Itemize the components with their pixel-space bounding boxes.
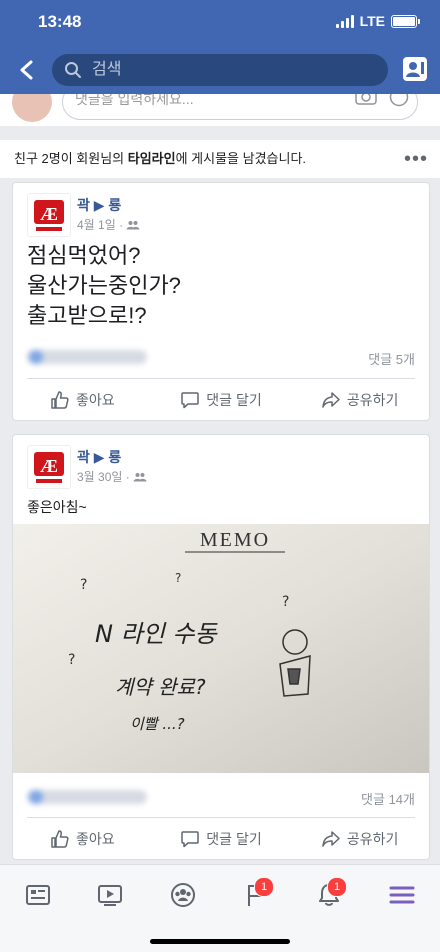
back-arrow-icon[interactable] (16, 58, 38, 82)
notice-prefix: 친구 2명이 회원님의 (14, 151, 128, 166)
emoji-icon[interactable] (389, 94, 409, 107)
reaction-summary: 댓글 14개 (27, 787, 415, 807)
post-meta: 4월 1일 · (77, 216, 140, 233)
friends-audience-icon (126, 220, 140, 229)
like-button[interactable]: 좋아요 (13, 382, 152, 418)
notice-bar: 친구 2명이 회원님의 타임라인에 게시물을 남겼습니다. ••• (0, 140, 440, 178)
post-card: Æ 곽 ▶ 룡 3월 30일 · 좋은아침~ MEMO ? ? ? ? N 라인… (12, 434, 430, 860)
search-box[interactable] (52, 54, 388, 86)
tab-watch[interactable] (90, 875, 130, 915)
post-text-line: 울산가는중인가? (27, 273, 181, 298)
comment-label: 댓글 달기 (206, 831, 262, 847)
bottom-tab-bar: 1 1 (0, 864, 440, 952)
notifications-badge: 1 (327, 877, 347, 897)
camera-icon[interactable] (355, 94, 377, 105)
top-nav-bar (0, 46, 440, 94)
reaction-summary: 댓글 5개 (27, 347, 415, 367)
memo-line-3: 이빨 ...? (130, 715, 185, 733)
status-time: 13:48 (38, 12, 82, 31)
post-actions: 좋아요 댓글 달기 공유하기 (13, 821, 429, 857)
more-options-icon[interactable]: ••• (404, 140, 428, 178)
share-label: 공유하기 (346, 831, 399, 847)
post-meta: 3월 30일 · (77, 468, 147, 485)
comment-placeholder: 댓글을 입력하세요... (75, 94, 194, 107)
comment-composer-strip: 댓글을 입력하세요... (0, 94, 440, 126)
home-indicator (150, 939, 290, 944)
notice-timeline[interactable]: 타임라인 (128, 151, 176, 166)
reactions-blurred[interactable] (27, 790, 147, 804)
comment-input[interactable]: 댓글을 입력하세요... (62, 94, 418, 120)
post-text: 좋은아침~ (27, 499, 87, 515)
post-text-line: 점심먹었어? (27, 243, 141, 268)
tab-menu[interactable] (382, 875, 422, 915)
svg-text:?: ? (282, 594, 289, 610)
svg-text:?: ? (80, 577, 87, 593)
news-feed-icon (26, 885, 50, 905)
status-bar: 13:48 LTE (0, 0, 440, 46)
comment-button[interactable]: 댓글 달기 (152, 821, 291, 857)
search-icon (65, 62, 81, 78)
memo-heading: MEMO (200, 529, 270, 551)
svg-text:Æ: Æ (40, 204, 58, 224)
post-author[interactable]: 곽 ▶ 룡 (77, 195, 121, 215)
signal-icon (335, 14, 354, 28)
comment-count[interactable]: 댓글 14개 (361, 789, 415, 808)
like-icon (51, 830, 69, 848)
comment-button[interactable]: 댓글 달기 (152, 382, 291, 418)
battery-icon (391, 14, 417, 28)
tab-news-feed[interactable] (18, 875, 58, 915)
tab-groups[interactable] (163, 875, 203, 915)
reactions-blurred[interactable] (27, 350, 147, 364)
memo-line-1: N 라인 수동 (95, 620, 218, 648)
post-date[interactable]: 4월 1일 · (77, 216, 123, 233)
comment-count[interactable]: 댓글 5개 (368, 349, 415, 368)
like-icon (51, 391, 69, 409)
avatar[interactable]: Æ (27, 193, 71, 237)
comment-icon (181, 392, 200, 409)
like-label: 좋아요 (76, 392, 115, 408)
notice-suffix: 에 게시물을 남겼습니다. (175, 151, 307, 166)
post-photo[interactable]: MEMO ? ? ? ? N 라인 수동 계약 완료? 이빨 ...? (12, 524, 430, 773)
battery-cap (418, 18, 420, 24)
post-text: 점심먹었어? 울산가는중인가? 출고받으로!? (27, 241, 181, 331)
comment-label: 댓글 달기 (206, 392, 262, 408)
share-button[interactable]: 공유하기 (290, 382, 429, 418)
post-date[interactable]: 3월 30일 · (77, 468, 130, 485)
hamburger-menu-icon (389, 886, 415, 904)
network-label: LTE (359, 13, 385, 29)
svg-text:Æ: Æ (40, 456, 58, 476)
share-button[interactable]: 공유하기 (290, 821, 429, 857)
divider (27, 817, 415, 818)
post-text-line: 출고받으로!? (27, 303, 147, 328)
tab-pages[interactable]: 1 (236, 875, 276, 915)
groups-icon (171, 883, 195, 907)
svg-text:?: ? (68, 652, 75, 668)
friends-audience-icon (133, 472, 147, 481)
share-label: 공유하기 (346, 392, 399, 408)
post-author[interactable]: 곽 ▶ 룡 (77, 447, 121, 467)
svg-text:?: ? (175, 571, 181, 585)
profile-icon[interactable] (402, 56, 428, 82)
pages-badge: 1 (254, 877, 274, 897)
post-actions: 좋아요 댓글 달기 공유하기 (13, 382, 429, 418)
avatar (12, 94, 52, 122)
notice-text: 친구 2명이 회원님의 타임라인에 게시물을 남겼습니다. (14, 140, 306, 178)
avatar[interactable]: Æ (27, 445, 71, 489)
search-input[interactable] (90, 60, 374, 80)
post-card: Æ 곽 ▶ 룡 4월 1일 · 점심먹었어? 울산가는중인가? 출고받으로!? … (12, 182, 430, 421)
tab-notifications[interactable]: 1 (309, 875, 349, 915)
brand-logo-icon: Æ (28, 446, 70, 488)
brand-logo-icon: Æ (28, 194, 70, 236)
status-indicators: LTE (335, 13, 420, 29)
share-icon (322, 831, 340, 847)
like-button[interactable]: 좋아요 (13, 821, 152, 857)
like-label: 좋아요 (76, 831, 115, 847)
comment-icon (181, 831, 200, 848)
share-icon (322, 392, 340, 408)
memo-line-2: 계약 완료? (115, 675, 206, 699)
divider (27, 378, 415, 379)
video-icon (98, 885, 122, 906)
